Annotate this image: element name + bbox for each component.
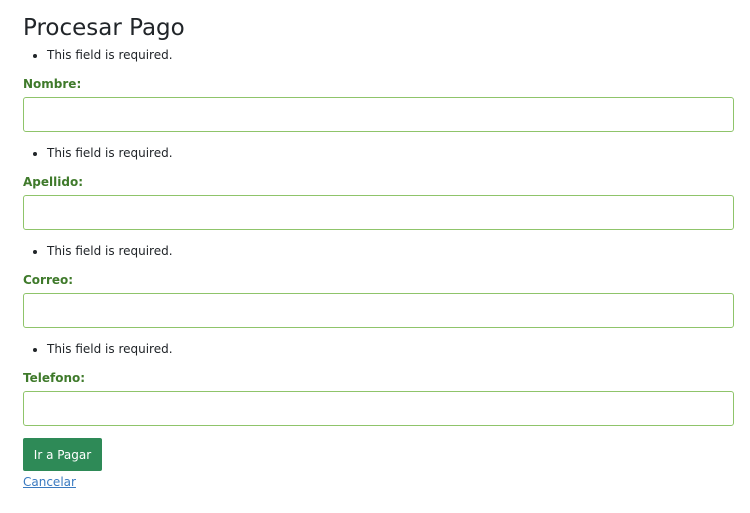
apellido-label: Apellido: xyxy=(23,175,83,189)
error-message: This field is required. xyxy=(47,341,734,358)
error-list-correo: This field is required. xyxy=(23,243,734,260)
error-list-apellido: This field is required. xyxy=(23,145,734,162)
telefono-input[interactable] xyxy=(23,391,734,426)
correo-input[interactable] xyxy=(23,293,734,328)
nombre-input[interactable] xyxy=(23,97,734,132)
error-list-nombre: This field is required. xyxy=(23,47,734,64)
payment-form: Procesar Pago This field is required. No… xyxy=(0,0,750,490)
apellido-input[interactable] xyxy=(23,195,734,230)
error-message: This field is required. xyxy=(47,243,734,260)
correo-label: Correo: xyxy=(23,273,74,287)
telefono-label: Telefono: xyxy=(23,371,86,385)
nombre-label: Nombre: xyxy=(23,77,82,91)
error-message: This field is required. xyxy=(47,47,734,64)
cancel-link[interactable]: Cancelar xyxy=(23,474,76,490)
error-list-telefono: This field is required. xyxy=(23,341,734,358)
submit-payment-button[interactable]: Ir a Pagar xyxy=(23,438,102,471)
error-message: This field is required. xyxy=(47,145,734,162)
page-title: Procesar Pago xyxy=(23,15,185,41)
